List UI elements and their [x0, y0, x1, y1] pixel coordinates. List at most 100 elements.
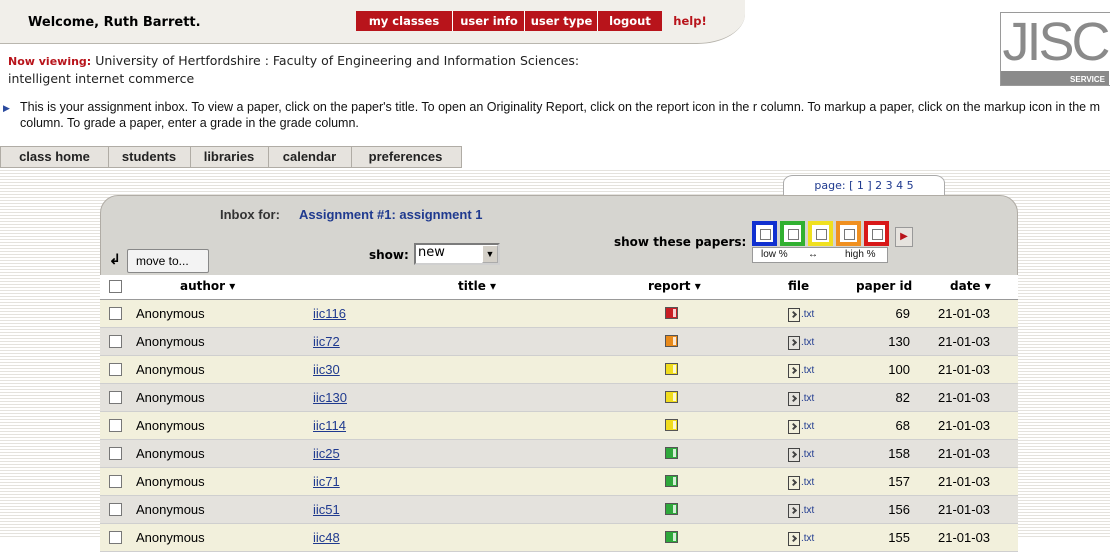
paper-title-link[interactable]: iic114 — [313, 418, 346, 433]
file-type[interactable]: .txt — [801, 421, 814, 432]
logo-service-text: SERVICE — [1070, 75, 1105, 84]
tab-students[interactable]: students — [108, 147, 191, 167]
filter-box-green[interactable] — [780, 221, 805, 246]
paper-title-link[interactable]: iic25 — [313, 446, 340, 461]
paper-id-cell: 130 — [888, 334, 910, 349]
author-cell: Anonymous — [136, 390, 205, 405]
row-checkbox[interactable] — [109, 391, 122, 404]
filter-checkbox[interactable] — [788, 229, 799, 240]
my-classes-button[interactable]: my classes — [356, 11, 452, 31]
paper-id-cell: 158 — [888, 446, 910, 461]
show-filter-value: new — [418, 245, 445, 260]
filter-checkbox[interactable] — [872, 229, 883, 240]
originality-report-icon[interactable] — [665, 391, 678, 403]
download-file-icon[interactable] — [788, 503, 800, 518]
file-type[interactable]: .txt — [801, 505, 814, 516]
date-cell: 21-01-03 — [938, 306, 991, 321]
originality-report-icon[interactable] — [665, 307, 678, 319]
col-author[interactable]: author ▾ — [180, 275, 235, 297]
logout-button[interactable]: logout — [597, 11, 662, 31]
row-checkbox[interactable] — [109, 363, 122, 376]
date-cell: 21-01-03 — [938, 446, 991, 461]
user-type-button[interactable]: user type — [524, 11, 598, 31]
paper-id-cell: 100 — [888, 362, 910, 377]
file-type[interactable]: .txt — [801, 337, 814, 348]
paper-title-link[interactable]: iic72 — [313, 334, 340, 349]
download-file-icon[interactable] — [788, 335, 800, 350]
row-checkbox[interactable] — [109, 475, 122, 488]
download-file-icon[interactable] — [788, 419, 800, 434]
tab-libraries[interactable]: libraries — [190, 147, 269, 167]
paper-title-link[interactable]: iic48 — [313, 530, 340, 545]
table-row: Anonymous iic51 .txt 156 21-01-03 — [100, 496, 1018, 524]
page-links[interactable]: 2 3 4 5 — [875, 179, 913, 192]
originality-report-icon[interactable] — [665, 503, 678, 515]
dropdown-arrow-icon[interactable]: ▼ — [482, 245, 498, 263]
author-cell: Anonymous — [136, 474, 205, 489]
filter-box-red[interactable] — [864, 221, 889, 246]
row-checkbox[interactable] — [109, 447, 122, 460]
filter-box-orange[interactable] — [836, 221, 861, 246]
tab-calendar[interactable]: calendar — [268, 147, 352, 167]
paper-title-link[interactable]: iic51 — [313, 502, 340, 517]
file-type[interactable]: .txt — [801, 309, 814, 320]
select-all-checkbox[interactable] — [109, 280, 122, 293]
row-checkbox[interactable] — [109, 503, 122, 516]
move-to-button[interactable]: move to... — [127, 249, 209, 273]
file-type[interactable]: .txt — [801, 477, 814, 488]
title-cell: iic116 — [313, 300, 346, 327]
download-file-icon[interactable] — [788, 447, 800, 462]
paper-title-link[interactable]: iic116 — [313, 306, 346, 321]
title-cell: iic30 — [313, 356, 340, 383]
user-info-button[interactable]: user info — [452, 11, 525, 31]
col-report[interactable]: report ▾ — [648, 275, 718, 297]
originality-report-icon[interactable] — [665, 363, 678, 375]
tab-preferences[interactable]: preferences — [351, 147, 460, 167]
row-checkbox[interactable] — [109, 307, 122, 320]
papers-table: author ▾ title ▾ report ▾ file paper id … — [100, 275, 1018, 552]
file-type[interactable]: .txt — [801, 365, 814, 376]
originality-report-icon[interactable] — [665, 531, 678, 543]
download-file-icon[interactable] — [788, 531, 800, 546]
now-viewing: Now viewing: University of Hertfordshire… — [8, 52, 579, 87]
paper-title-link[interactable]: iic130 — [313, 390, 347, 405]
file-type[interactable]: .txt — [801, 393, 814, 404]
row-checkbox[interactable] — [109, 531, 122, 544]
title-cell: iic72 — [313, 328, 340, 355]
date-cell: 21-01-03 — [938, 530, 991, 545]
originality-report-icon[interactable] — [665, 475, 678, 487]
paper-id-cell: 157 — [888, 474, 910, 489]
download-file-icon[interactable] — [788, 307, 800, 322]
tab-class-home[interactable]: class home — [1, 147, 109, 167]
originality-report-icon[interactable] — [665, 447, 678, 459]
col-date[interactable]: date ▾ — [950, 275, 991, 297]
filter-box-blue[interactable] — [752, 221, 777, 246]
file-type[interactable]: .txt — [801, 449, 814, 460]
author-cell: Anonymous — [136, 530, 205, 545]
assignment-name: Assignment #1: assignment 1 — [299, 207, 483, 222]
paper-title-link[interactable]: iic30 — [313, 362, 340, 377]
filter-checkbox[interactable] — [844, 229, 855, 240]
file-type[interactable]: .txt — [801, 533, 814, 544]
apply-filter-arrow-icon[interactable]: ▶ — [895, 227, 913, 247]
file-cell: .txt — [788, 440, 828, 468]
filter-checkbox[interactable] — [816, 229, 827, 240]
col-title[interactable]: title ▾ — [458, 275, 496, 297]
download-file-icon[interactable] — [788, 475, 800, 490]
download-file-icon[interactable] — [788, 363, 800, 378]
row-checkbox[interactable] — [109, 419, 122, 432]
help-button[interactable]: help! — [668, 11, 712, 31]
filter-checkbox[interactable] — [760, 229, 771, 240]
col-paper-id: paper id — [856, 279, 913, 293]
originality-report-icon[interactable] — [665, 335, 678, 347]
table-row: Anonymous iic114 .txt 68 21-01-03 — [100, 412, 1018, 440]
title-cell: iic71 — [313, 468, 340, 495]
pagination: page: [ 1 ] 2 3 4 5 — [783, 175, 945, 196]
filter-box-yellow[interactable] — [808, 221, 833, 246]
paper-title-link[interactable]: iic71 — [313, 474, 340, 489]
download-file-icon[interactable] — [788, 391, 800, 406]
show-papers-label: show these papers: — [614, 235, 747, 249]
originality-report-icon[interactable] — [665, 419, 678, 431]
row-checkbox[interactable] — [109, 335, 122, 348]
author-cell: Anonymous — [136, 418, 205, 433]
